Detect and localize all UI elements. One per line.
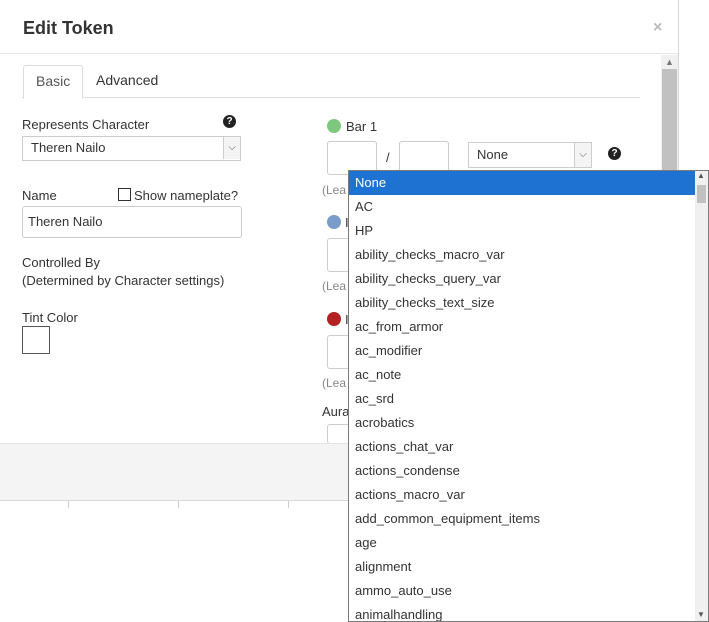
close-icon[interactable]: × — [653, 19, 662, 37]
tint-color-swatch[interactable] — [22, 326, 50, 354]
tabs-divider — [22, 97, 640, 98]
dropdown-option[interactable]: acrobatics — [349, 411, 696, 435]
bar1-color-dot — [327, 119, 341, 133]
header-divider — [0, 53, 678, 54]
represents-character-label: Represents Character — [22, 117, 150, 132]
scrollbar-thumb[interactable] — [697, 185, 706, 203]
show-nameplate-label: Show nameplate? — [134, 188, 239, 203]
dropdown-option[interactable]: HP — [349, 219, 696, 243]
background-tick — [68, 500, 69, 508]
name-label: Name — [22, 188, 57, 203]
dropdown-option[interactable]: None — [349, 171, 696, 195]
dropdown-option[interactable]: actions_macro_var — [349, 483, 696, 507]
tab-advanced[interactable]: Advanced — [84, 65, 170, 97]
dropdown-option[interactable]: alignment — [349, 555, 696, 579]
bar1-link-select[interactable]: None ⌵ — [468, 142, 592, 168]
background-tick — [178, 500, 179, 508]
dropdown-option[interactable]: actions_condense — [349, 459, 696, 483]
dropdown-option[interactable]: ability_checks_macro_var — [349, 243, 696, 267]
bar3-color-dot — [327, 312, 341, 326]
scroll-up-icon[interactable]: ▲ — [665, 57, 674, 67]
dropdown-option[interactable]: ac_from_armor — [349, 315, 696, 339]
bar3-note: (Lea — [322, 376, 347, 390]
dropdown-option[interactable]: ability_checks_text_size — [349, 291, 696, 315]
background-tick — [288, 500, 289, 508]
dropdown-option[interactable]: AC — [349, 195, 696, 219]
bar1-link-dropdown[interactable]: None AC HP ability_checks_macro_var ability_… — [348, 170, 709, 622]
bar1-link-value: None — [477, 147, 509, 162]
controlled-by-note: (Determined by Character settings) — [22, 273, 225, 288]
chevron-down-icon: ⌵ — [223, 137, 240, 159]
represents-character-value: Theren Nailo — [31, 140, 106, 155]
dropdown-scrollbar[interactable]: ▲ ▼ — [695, 171, 708, 621]
aura-label: Aura — [322, 404, 350, 419]
help-icon[interactable]: ? — [608, 147, 621, 160]
show-nameplate-checkbox[interactable] — [118, 188, 131, 201]
dropdown-option[interactable]: ammo_auto_use — [349, 579, 696, 603]
dropdown-option[interactable]: ac_srd — [349, 387, 696, 411]
bar1-slash: / — [386, 150, 390, 165]
tab-basic[interactable]: Basic — [23, 65, 84, 99]
bar1-note: (Lea — [322, 183, 347, 197]
dropdown-option[interactable]: ability_checks_query_var — [349, 267, 696, 291]
scroll-down-icon[interactable]: ▼ — [697, 610, 705, 619]
dropdown-list: None AC HP ability_checks_macro_var ability_… — [349, 171, 696, 621]
bar2-note: (Lea — [322, 279, 347, 293]
chevron-down-icon: ⌵ — [574, 143, 591, 167]
dropdown-option[interactable]: add_common_equipment_items — [349, 507, 696, 531]
bar1-label: Bar 1 — [346, 119, 378, 134]
tint-color-label: Tint Color — [22, 310, 78, 325]
dropdown-option[interactable]: actions_chat_var — [349, 435, 696, 459]
controlled-by-label: Controlled By — [22, 255, 101, 270]
bar2-color-dot — [327, 215, 341, 229]
dialog-title: Edit Token — [23, 18, 114, 38]
dropdown-option[interactable]: ac_modifier — [349, 339, 696, 363]
name-field[interactable]: Theren Nailo — [22, 206, 242, 238]
dropdown-option[interactable]: animalhandling — [349, 603, 696, 621]
dropdown-option[interactable]: age — [349, 531, 696, 555]
represents-character-select[interactable]: Theren Nailo ⌵ — [22, 136, 241, 161]
dropdown-option[interactable]: ac_note — [349, 363, 696, 387]
help-icon[interactable]: ? — [223, 115, 236, 128]
scroll-up-icon[interactable]: ▲ — [697, 171, 705, 180]
